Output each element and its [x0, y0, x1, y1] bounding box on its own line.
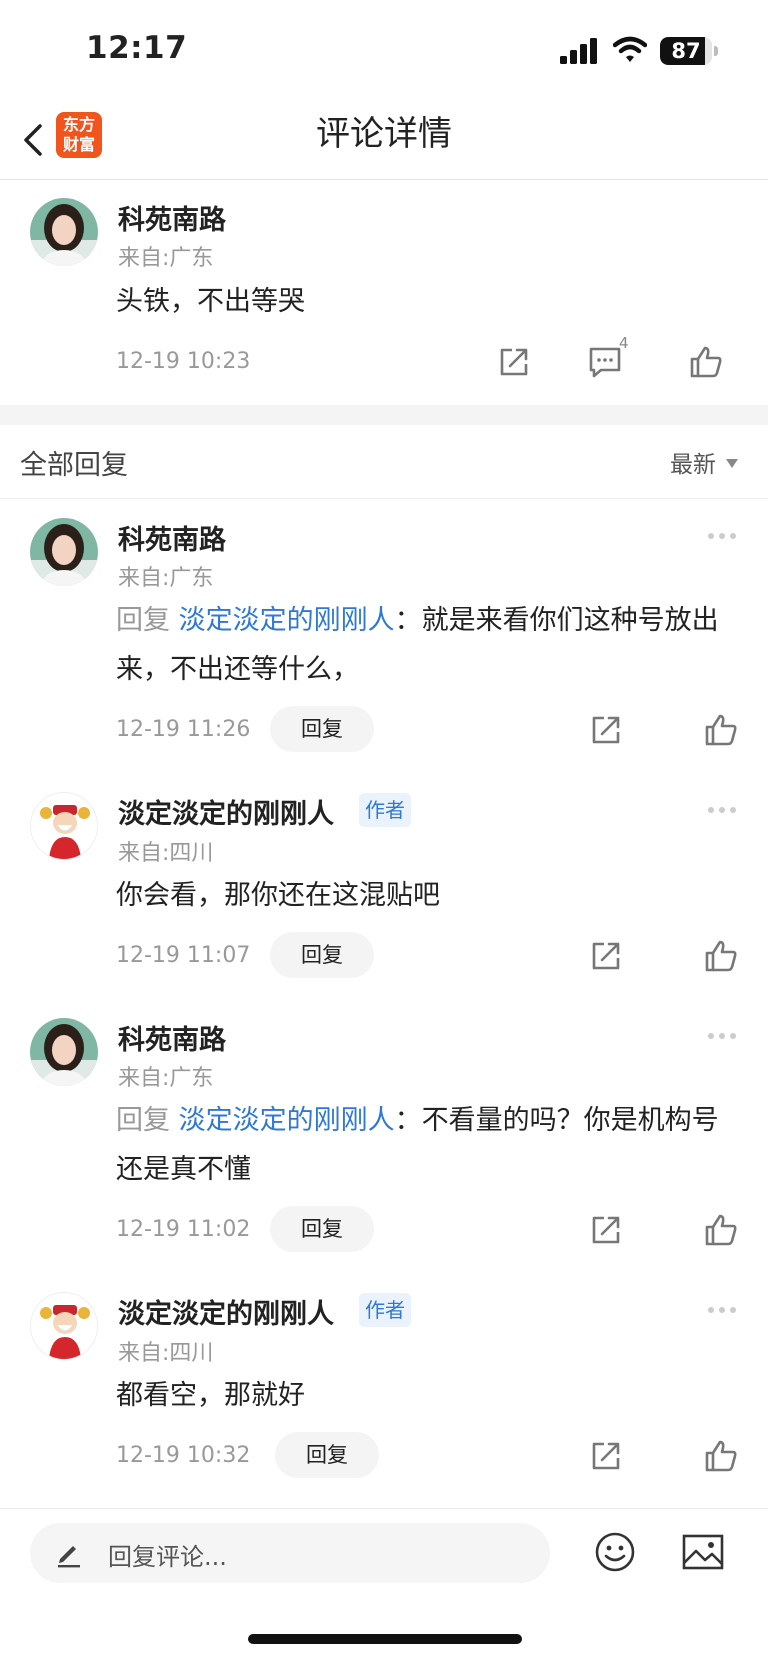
share-icon[interactable]	[588, 1438, 624, 1474]
page-title: 评论详情	[316, 114, 452, 154]
thumbs-up-icon[interactable]	[703, 712, 739, 748]
more-dots-icon[interactable]	[707, 531, 737, 541]
more-dots-icon[interactable]	[707, 1305, 737, 1315]
reply-prefix: 回复	[116, 1105, 179, 1136]
share-icon[interactable]	[588, 712, 624, 748]
reply-timestamp: 12-19 10:32	[116, 1443, 251, 1468]
reply-button[interactable]: 回复	[270, 706, 374, 752]
reply-location: 来自:广东	[118, 566, 214, 591]
home-indicator	[248, 1634, 522, 1644]
thumbs-up-icon[interactable]	[703, 1438, 739, 1474]
avatar[interactable]	[30, 1292, 98, 1360]
sort-label: 最新	[670, 452, 716, 478]
section-divider	[0, 405, 768, 425]
thumbs-up-icon[interactable]	[703, 1212, 739, 1248]
reply-username[interactable]: 科苑南路	[118, 1018, 226, 1057]
thumbs-up-icon[interactable]	[688, 344, 724, 380]
reply-location: 来自:广东	[118, 1066, 214, 1091]
reply-username[interactable]: 淡定淡定的刚刚人	[118, 792, 334, 831]
mention-link[interactable]: 淡定淡定的刚刚人	[179, 1105, 395, 1136]
reply-input[interactable]: 回复评论...	[30, 1523, 550, 1583]
signal-icon	[560, 38, 597, 64]
author-badge: 作者	[359, 793, 411, 827]
share-icon[interactable]	[496, 344, 532, 380]
avatar[interactable]	[30, 198, 98, 266]
comment-icon[interactable]	[587, 344, 623, 380]
reply-text: 回复 淡定淡定的刚刚人：就是来看你们这种号放出来，不出还等什么，	[116, 605, 719, 685]
comment-username[interactable]: 科苑南路	[118, 198, 226, 237]
reply-button[interactable]: 回复	[270, 1206, 374, 1252]
reply-username[interactable]: 科苑南路	[118, 518, 226, 557]
reply-button[interactable]: 回复	[270, 932, 374, 978]
image-icon[interactable]	[681, 1533, 725, 1571]
reply-text: 都看空，那就好	[116, 1380, 305, 1411]
more-dots-icon[interactable]	[707, 1031, 737, 1041]
comment-timestamp: 12-19 10:23	[116, 349, 251, 374]
pencil-icon	[58, 1546, 80, 1568]
reply-text: 你会看，那你还在这混贴吧	[116, 880, 440, 911]
reply-timestamp: 12-19 11:07	[116, 943, 251, 968]
share-icon[interactable]	[588, 938, 624, 974]
status-time: 12:17	[86, 30, 188, 66]
reply-timestamp: 12-19 11:02	[116, 1217, 251, 1242]
sort-toggle[interactable]: 最新	[670, 445, 738, 479]
comment-location: 来自:广东	[118, 246, 214, 271]
reply-location: 来自:四川	[118, 841, 214, 866]
reply-text: 回复 淡定淡定的刚刚人：不看量的吗？你是机构号还是真不懂	[116, 1105, 719, 1185]
thumbs-up-icon[interactable]	[703, 938, 739, 974]
status-bar: 12:17 87	[0, 0, 768, 100]
battery-indicator: 87	[660, 37, 718, 65]
replies-header: 全部回复 最新	[0, 425, 768, 499]
reply-placeholder: 回复评论...	[108, 1543, 227, 1571]
mention-link[interactable]: 淡定淡定的刚刚人	[179, 605, 395, 636]
reply-prefix: 回复	[116, 605, 179, 636]
reply-timestamp: 12-19 11:26	[116, 717, 251, 742]
avatar[interactable]	[30, 792, 98, 860]
share-icon[interactable]	[588, 1212, 624, 1248]
emoji-icon[interactable]	[594, 1531, 636, 1573]
more-dots-icon[interactable]	[707, 805, 737, 815]
author-badge: 作者	[359, 1293, 411, 1327]
wifi-icon	[613, 36, 647, 62]
comment-text: 头铁，不出等哭	[116, 286, 305, 317]
reply-location: 来自:四川	[118, 1341, 214, 1366]
replies-title: 全部回复	[20, 450, 128, 481]
reply-count-badge: 4	[619, 334, 629, 352]
reply-button[interactable]: 回复	[275, 1432, 379, 1478]
battery-level: 87	[671, 39, 701, 63]
avatar[interactable]	[30, 518, 98, 586]
reply-username[interactable]: 淡定淡定的刚刚人	[118, 1292, 334, 1331]
avatar[interactable]	[30, 1018, 98, 1086]
caret-down-icon	[726, 459, 738, 468]
